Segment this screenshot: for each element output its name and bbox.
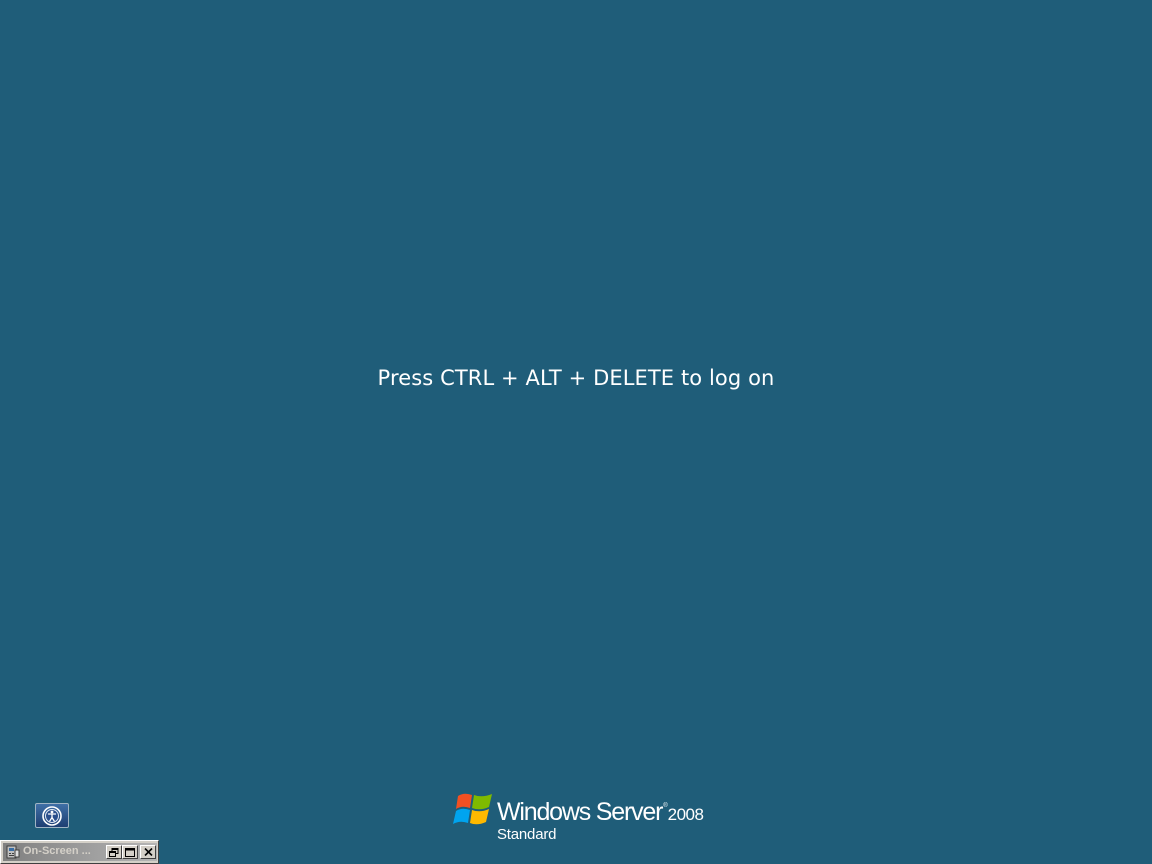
maximize-icon [125,847,135,857]
product-name: Windows Server®2008 [497,798,704,827]
restore-button[interactable] [106,845,122,859]
maximize-button[interactable] [122,845,138,859]
on-screen-keyboard-titlebar[interactable]: On-Screen ... [3,843,157,861]
close-icon [143,848,153,856]
logon-prompt: Press CTRL + ALT + DELETE to log on [377,366,775,390]
product-name-text: Windows Server [497,798,663,826]
on-screen-keyboard-title: On-Screen ... [23,845,91,857]
close-button[interactable] [140,845,156,859]
product-edition: Standard [497,826,557,843]
on-screen-keyboard-taskbar-button[interactable]: On-Screen ... [0,840,159,864]
windows-server-branding: Windows Server®2008 Standard [452,790,712,846]
restore-icon [109,847,119,857]
windows-flag-icon [453,793,492,825]
ease-of-access-icon [42,805,62,826]
product-version: 2008 [667,805,704,824]
ease-of-access-button[interactable] [35,803,69,828]
keyboard-app-icon [6,845,20,859]
